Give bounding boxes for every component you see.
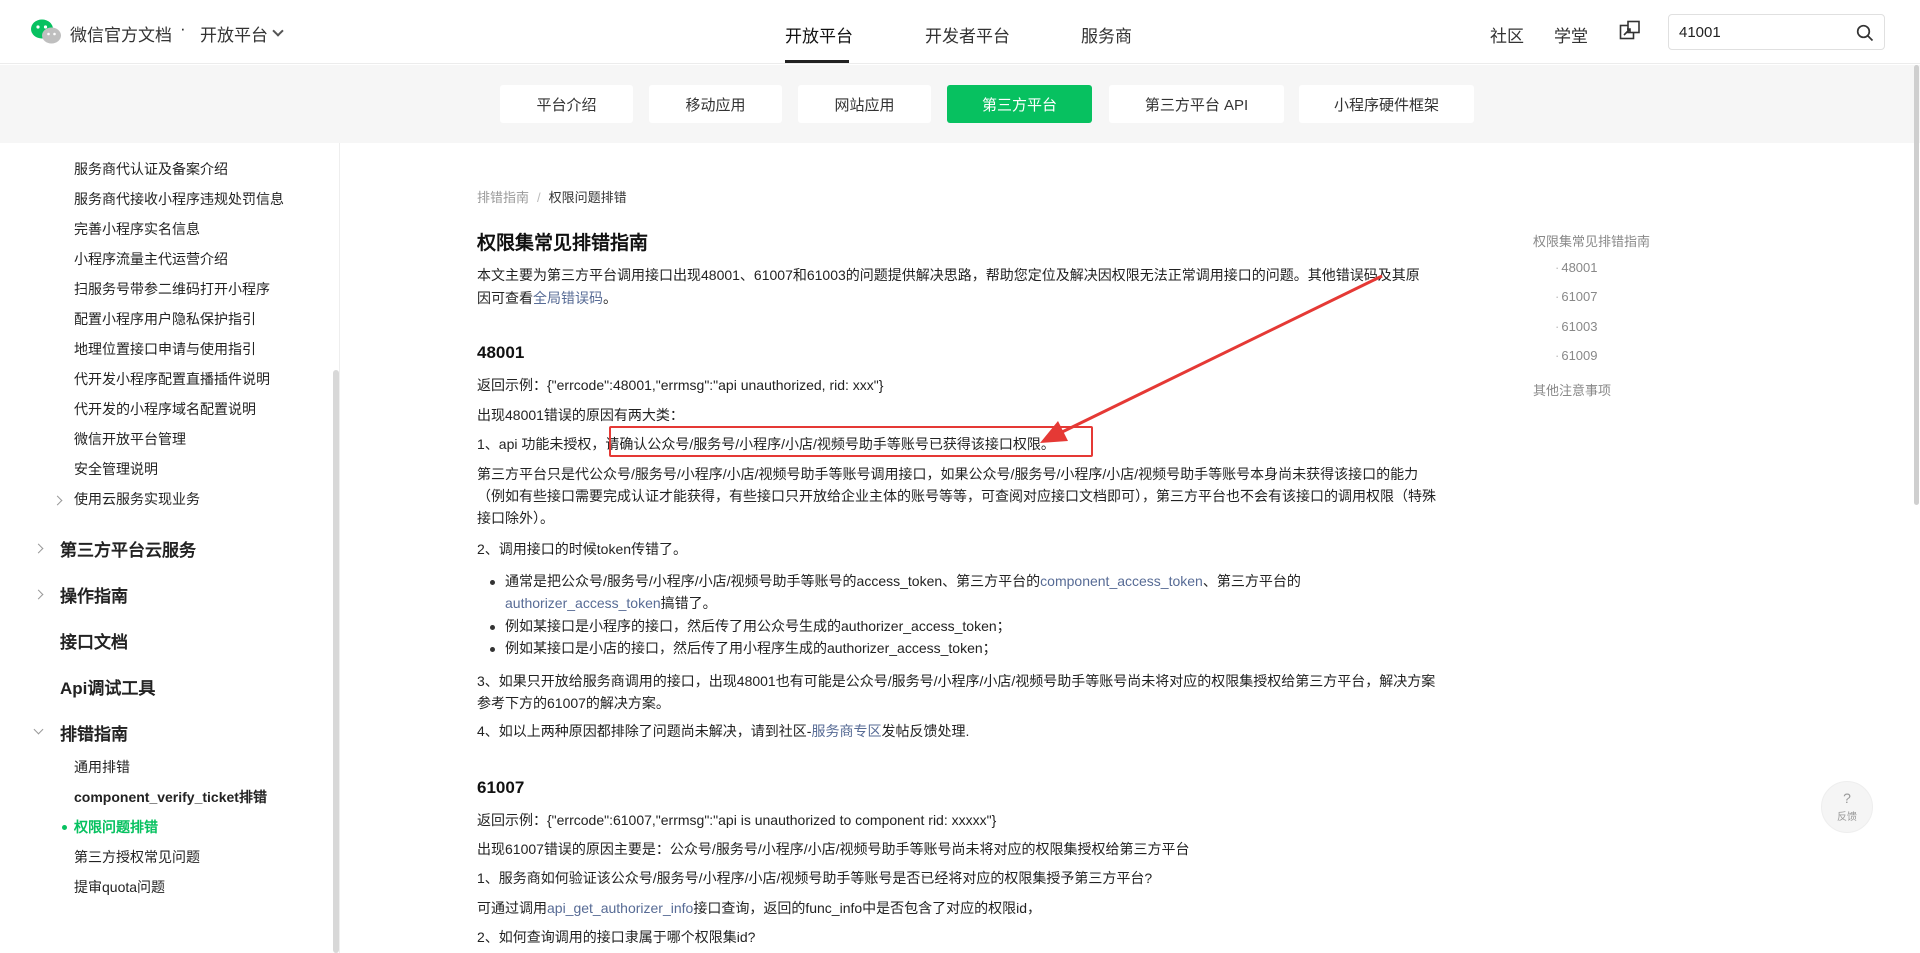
annotation-highlight-box xyxy=(609,426,1093,457)
chevron-right-icon[interactable] xyxy=(52,495,63,506)
list-item: 通常是把公众号/服务号/小程序/小店/视频号助手等账号的access_token… xyxy=(505,573,1301,611)
help-icon: ? xyxy=(1843,790,1851,806)
reason-3: 3、如果只开放给服务商调用的接口，出现48001也有可能是公众号/服务号/小程序… xyxy=(477,673,1436,711)
chevron-right-icon[interactable] xyxy=(33,589,44,600)
bullet-dot xyxy=(490,580,495,585)
feedback-label: 反馈 xyxy=(1837,812,1857,823)
sidebar: 服务商代认证及备案介绍 服务商代接收小程序违规处罚信息 完善小程序实名信息 小程… xyxy=(0,143,340,953)
api-get-authorizer-info-link[interactable]: api_get_authorizer_info xyxy=(547,900,693,916)
sidebar-item[interactable]: 完善小程序实名信息 xyxy=(74,219,200,239)
reasons-61007: 出现61007错误的原因主要是：公众号/服务号/小程序/小店/视频号助手等账号尚… xyxy=(477,841,1190,857)
intro-line-2: 因可查看全局错误码。 xyxy=(477,290,617,306)
tab-mobile-app[interactable]: 移动应用 xyxy=(649,85,782,123)
search-icon[interactable] xyxy=(1856,24,1874,42)
breadcrumb-separator: / xyxy=(537,190,541,205)
tab-platform-intro[interactable]: 平台介绍 xyxy=(500,85,633,123)
component-access-token-link[interactable]: component_access_token xyxy=(1040,573,1203,589)
example-48001: 返回示例：{"errcode":48001,"errmsg":"api unau… xyxy=(477,377,884,393)
bullet-dot xyxy=(490,625,495,630)
authorizer-access-token-link[interactable]: authorizer_access_token xyxy=(505,595,661,611)
breadcrumb-parent[interactable]: 排错指南 xyxy=(477,190,529,205)
nav-active-indicator xyxy=(785,60,849,63)
brand-separator: · xyxy=(180,19,186,38)
tab-website-app[interactable]: 网站应用 xyxy=(798,85,931,123)
reason-4: 4、如以上两种原因都排除了问题尚未解决，请到社区-服务商专区发帖反馈处理. xyxy=(477,723,970,739)
sidebar-item[interactable]: 服务商代接收小程序违规处罚信息 xyxy=(74,189,284,209)
reasons-48001: 出现48001错误的原因有两大类： xyxy=(477,407,684,423)
top-bar: 微信官方文档 · 开放平台 开放平台 开发者平台 服务商 社区 学堂 xyxy=(0,0,1920,64)
sidebar-item-cloud-service[interactable]: 第三方平台云服务 xyxy=(60,536,196,561)
sidebar-item-troubleshoot[interactable]: 排错指南 xyxy=(60,720,128,745)
chevron-right-icon[interactable] xyxy=(33,543,44,554)
brand-title[interactable]: 微信官方文档 xyxy=(70,21,172,46)
community-link[interactable]: 社区 xyxy=(1490,22,1524,47)
toc-item-61009[interactable]: · 61009 xyxy=(1555,348,1598,363)
tab-third-party-api[interactable]: 第三方平台 API xyxy=(1109,85,1284,123)
toc-item-61007[interactable]: · 61007 xyxy=(1555,289,1598,304)
heading-61007: 61007 xyxy=(477,778,525,797)
reason-2: 2、调用接口的时候token传错了。 xyxy=(477,541,688,557)
academy-link[interactable]: 学堂 xyxy=(1554,22,1588,47)
toc-item-61003[interactable]: · 61003 xyxy=(1555,319,1598,334)
bullet-dot xyxy=(490,647,495,652)
sidebar-item[interactable]: 配置小程序用户隐私保护指引 xyxy=(74,309,256,329)
search-input[interactable] xyxy=(1679,22,1849,42)
sidebar-item-cloud-business[interactable]: 使用云服务实现业务 xyxy=(74,489,200,509)
page-scrollbar[interactable] xyxy=(1914,65,1919,505)
toc-item-48001[interactable]: · 48001 xyxy=(1555,260,1598,275)
feedback-button[interactable]: ? 反馈 xyxy=(1821,781,1873,833)
sidebar-item[interactable]: 小程序流量主代运营介绍 xyxy=(74,249,228,269)
sub-nav: 平台介绍 移动应用 网站应用 第三方平台 第三方平台 API 小程序硬件框架 xyxy=(0,65,1920,143)
answer-1: 可通过调用api_get_authorizer_info接口查询，返回的func… xyxy=(477,900,1042,916)
question-1: 1、服务商如何验证该公众号/服务号/小程序/小店/视频号助手等账号是否已经将对应… xyxy=(477,870,1153,886)
reason-1-detail: 第三方平台只是代公众号/服务号/小程序/小店/视频号助手等账号调用接口，如果公众… xyxy=(477,466,1436,526)
sidebar-item-verify-ticket[interactable]: component_verify_ticket排错 xyxy=(74,787,267,807)
sidebar-item-operation-guide[interactable]: 操作指南 xyxy=(60,582,128,607)
wechat-logo-icon xyxy=(31,19,61,44)
tab-miniprogram-hardware[interactable]: 小程序硬件框架 xyxy=(1299,85,1474,123)
nav-developer-platform[interactable]: 开发者平台 xyxy=(925,22,1010,47)
external-tool-icon[interactable] xyxy=(1619,20,1641,42)
sidebar-item[interactable]: 扫服务号带参二维码打开小程序 xyxy=(74,279,270,299)
sidebar-item[interactable]: 地理位置接口申请与使用指引 xyxy=(74,339,256,359)
sidebar-item[interactable]: 代开发的小程序域名配置说明 xyxy=(74,399,256,419)
platform-switcher[interactable]: 开放平台 xyxy=(200,21,284,46)
breadcrumb: 排错指南 / 权限问题排错 xyxy=(477,187,627,206)
nav-open-platform[interactable]: 开放平台 xyxy=(785,22,853,47)
sidebar-item-api-docs[interactable]: 接口文档 xyxy=(60,628,128,653)
active-dot xyxy=(62,825,67,830)
breadcrumb-current: 权限问题排错 xyxy=(548,190,627,205)
sidebar-item[interactable]: 安全管理说明 xyxy=(74,459,158,479)
search-box[interactable] xyxy=(1668,14,1885,50)
list-item: 例如某接口是小程序的接口，然后传了用公众号生成的authorizer_acces… xyxy=(505,618,1011,634)
service-provider-zone-link[interactable]: 服务商专区 xyxy=(811,723,881,739)
question-2: 2、如何查询调用的接口隶属于哪个权限集id? xyxy=(477,929,756,945)
sidebar-item-general[interactable]: 通用排错 xyxy=(74,757,130,777)
sidebar-item-api-debug[interactable]: Api调试工具 xyxy=(60,674,155,699)
sidebar-item-auth-faq[interactable]: 第三方授权常见问题 xyxy=(74,847,200,867)
platform-switcher-label: 开放平台 xyxy=(200,26,268,45)
tab-third-party-platform[interactable]: 第三方平台 xyxy=(947,85,1092,123)
sidebar-item-quota[interactable]: 提审quota问题 xyxy=(74,877,165,897)
toc-title[interactable]: 权限集常见排错指南 xyxy=(1533,231,1650,250)
page-title: 权限集常见排错指南 xyxy=(477,233,649,254)
heading-48001: 48001 xyxy=(477,343,525,362)
chevron-down-icon xyxy=(272,25,284,37)
sidebar-item[interactable]: 服务商代认证及备案介绍 xyxy=(74,159,228,179)
toc-item-other-notes[interactable]: 其他注意事项 xyxy=(1533,380,1611,399)
chevron-down-icon[interactable] xyxy=(33,724,44,735)
sidebar-item-permission[interactable]: 权限问题排错 xyxy=(74,817,158,837)
global-error-code-link[interactable]: 全局错误码 xyxy=(533,290,603,306)
example-61007: 返回示例：{"errcode":61007,"errmsg":"api is u… xyxy=(477,812,997,828)
sidebar-item[interactable]: 代开发小程序配置直播插件说明 xyxy=(74,369,270,389)
list-item: 例如某接口是小店的接口，然后传了用小程序生成的authorizer_access… xyxy=(505,640,997,656)
nav-service-provider[interactable]: 服务商 xyxy=(1081,22,1132,47)
intro-line-1: 本文主要为第三方平台调用接口出现48001、61007和61003的问题提供解决… xyxy=(477,267,1420,283)
doc-content: 排错指南 / 权限问题排错 权限集常见排错指南 本文主要为第三方平台调用接口出现48… xyxy=(340,143,1920,953)
sidebar-item[interactable]: 微信开放平台管理 xyxy=(74,429,186,449)
